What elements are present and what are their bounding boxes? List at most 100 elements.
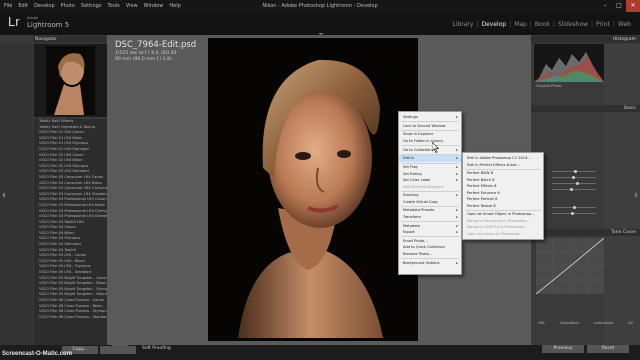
module-slideshow[interactable]: Slideshow	[555, 21, 591, 28]
context-menu-item-label: Set Rating	[403, 171, 422, 176]
preset-item[interactable]: VSCO Film 06 Cross Process - Olympus	[34, 309, 107, 315]
slider-row[interactable]	[536, 169, 596, 173]
context-menu-item-label: Edit In	[403, 156, 415, 161]
menu-file[interactable]: File	[4, 3, 12, 9]
submenu-item: Open as Layers in Photoshop...	[467, 231, 523, 236]
module-picker: Library | Develop | Map | Book | Slideshow | …	[449, 21, 634, 28]
slider-row[interactable]	[536, 187, 596, 191]
context-menu-item-label: Set Color Label	[403, 178, 431, 182]
submenu-item[interactable]: Perfect Resize 8	[463, 203, 543, 210]
context-menu-item-label: Show in Explorer	[403, 132, 434, 137]
slider-row[interactable]	[536, 175, 596, 179]
preset-item[interactable]: VSCO Film 03 Consumer LR4 Olympus	[34, 186, 107, 192]
menu-view[interactable]: View	[126, 3, 138, 9]
preset-item[interactable]: VSCO Film 05 Bright Tungsten - Nikon	[34, 281, 107, 287]
navigator-preview[interactable]	[34, 44, 107, 117]
submenu-arrow-icon: ▸	[456, 214, 458, 219]
module-book[interactable]: Book	[532, 21, 553, 28]
context-menu-item-label: Add Shortcut Keyword	[403, 184, 443, 189]
histogram-header[interactable]: Histogram	[531, 36, 640, 43]
left-panel-toggle-icon[interactable]	[2, 192, 5, 198]
context-menu-item[interactable]: Go to Folder in Library	[399, 138, 461, 145]
close-button[interactable]: ✕	[626, 0, 640, 12]
tab-luminance[interactable]: Luminance	[594, 320, 614, 327]
context-menu-item-label: Transform	[403, 214, 421, 219]
main-photo[interactable]	[208, 38, 418, 341]
context-menu-item-label: Email Photo...	[403, 238, 428, 243]
preset-item[interactable]: VSCO Film 03 Consumer LR4 Canon	[34, 175, 107, 181]
view-mode-button[interactable]	[112, 345, 128, 352]
tab-all[interactable]: All	[628, 320, 632, 327]
tab-hsl[interactable]: HSL	[538, 320, 545, 327]
tone-curve-line	[535, 237, 605, 295]
context-menu-item[interactable]: Transform ▸	[399, 214, 461, 221]
app-name: Lightroom 5	[27, 21, 70, 29]
submenu-arrow-icon: ▸	[456, 115, 458, 119]
context-menu-item-label: Stacking	[403, 193, 419, 198]
module-print[interactable]: Print	[593, 21, 613, 28]
menu-photo[interactable]: Photo	[61, 3, 75, 9]
menu-settings[interactable]: Settings	[81, 3, 102, 9]
tab-saturation[interactable]: Saturation	[560, 320, 579, 327]
histogram-graph	[534, 52, 604, 82]
slider-row[interactable]	[536, 181, 596, 185]
context-menu-item[interactable]: Background Options ▸	[399, 260, 461, 267]
histogram	[534, 44, 604, 82]
presets-list: Totally Rad! Effects Totally Rad! Vignett…	[34, 119, 107, 345]
basic-panel-header[interactable]: Basic	[531, 105, 640, 112]
maximize-button[interactable]: □	[612, 0, 626, 12]
context-menu-item[interactable]: Create Virtual Copy	[399, 199, 461, 206]
module-web[interactable]: Web	[615, 21, 634, 28]
preset-item[interactable]: VSCO Film 06 Cross Process - Standard	[34, 315, 107, 321]
portrait-image	[208, 38, 418, 341]
lightroom-logo: Lr	[8, 14, 20, 29]
context-menu-item-label: Create Virtual Copy	[403, 199, 439, 204]
context-menu-item-label: Background Options	[403, 260, 440, 265]
submenu-item[interactable]: Edit in Perfect Effects 8.exe...	[463, 162, 543, 169]
menu-window[interactable]: Window	[144, 3, 164, 9]
mouse-cursor-icon	[432, 142, 440, 153]
context-menu-item[interactable]: Lock to Second Window	[399, 123, 461, 130]
menu-develop[interactable]: Develop	[34, 3, 55, 9]
context-menu-item[interactable]: Edit In ▸	[399, 155, 461, 162]
slider-row[interactable]	[536, 205, 596, 209]
context-menu-item-label: Export	[403, 230, 415, 235]
soft-proofing-label[interactable]: Soft Proofing	[142, 346, 171, 351]
tone-curve-header[interactable]: Tone Curve	[531, 229, 640, 236]
menu-edit[interactable]: Edit	[18, 3, 28, 9]
original-photo-label: Original Photo	[536, 84, 562, 88]
context-menu-item-label: Metadata	[403, 223, 421, 228]
slider-row[interactable]	[536, 211, 596, 215]
navigator-header[interactable]: Navigator	[33, 36, 106, 43]
right-panel-toggle-icon[interactable]	[635, 192, 638, 198]
menu-tools[interactable]: Tools	[107, 3, 119, 9]
minimize-button[interactable]: –	[598, 0, 612, 12]
hsl-tabs: HSL Saturation Luminance All	[531, 320, 640, 327]
adobe-label: Adobe	[27, 16, 39, 20]
preset-item[interactable]: VSCO Film 06 Cross Process - Canon	[34, 298, 107, 304]
preset-item[interactable]: VSCO Film 03 Professional LR4 Standard	[34, 214, 107, 220]
preset-item[interactable]: VSCO Film 03 Professional LR4 Nikon	[34, 203, 107, 209]
context-menu-item-label: Go to Collection	[403, 147, 432, 152]
context-menu-item[interactable]: Go to Collection ▸	[399, 147, 461, 154]
image-exif-exposure: 1/125 sec at f / 4.0, ISO 50	[115, 51, 177, 56]
submenu-arrow-icon: ▸	[456, 156, 458, 161]
module-map[interactable]: Map	[511, 21, 530, 28]
context-menu-item[interactable]: Settings ▸	[399, 114, 461, 121]
window-controls: – □ ✕	[598, 0, 640, 12]
context-menu-item-label: Metadata Presets	[403, 208, 435, 213]
menu-bar: File Edit Develop Photo Settings Tools V…	[0, 0, 181, 12]
context-menu-item[interactable]: Remove Photo...	[399, 251, 461, 258]
context-menu-item-label: Add to Quick Collection	[403, 245, 445, 250]
menu-help[interactable]: Help	[169, 3, 180, 9]
image-exif-lens: 90 mm (90.0 mm f / 2.8)	[115, 57, 172, 62]
module-develop[interactable]: Develop	[478, 21, 509, 28]
context-menu-item[interactable]: Export ▸	[399, 229, 461, 236]
submenu-arrow-icon: ▸	[456, 147, 458, 152]
module-library[interactable]: Library	[449, 21, 476, 28]
previous-button[interactable]: Previous	[542, 345, 584, 353]
reset-button[interactable]: Reset	[587, 345, 629, 353]
context-menu-item-label: Set Flag	[403, 165, 418, 169]
tone-curve-graph[interactable]	[535, 237, 605, 295]
watermark: Screencast-O-Matic.com	[2, 351, 73, 357]
